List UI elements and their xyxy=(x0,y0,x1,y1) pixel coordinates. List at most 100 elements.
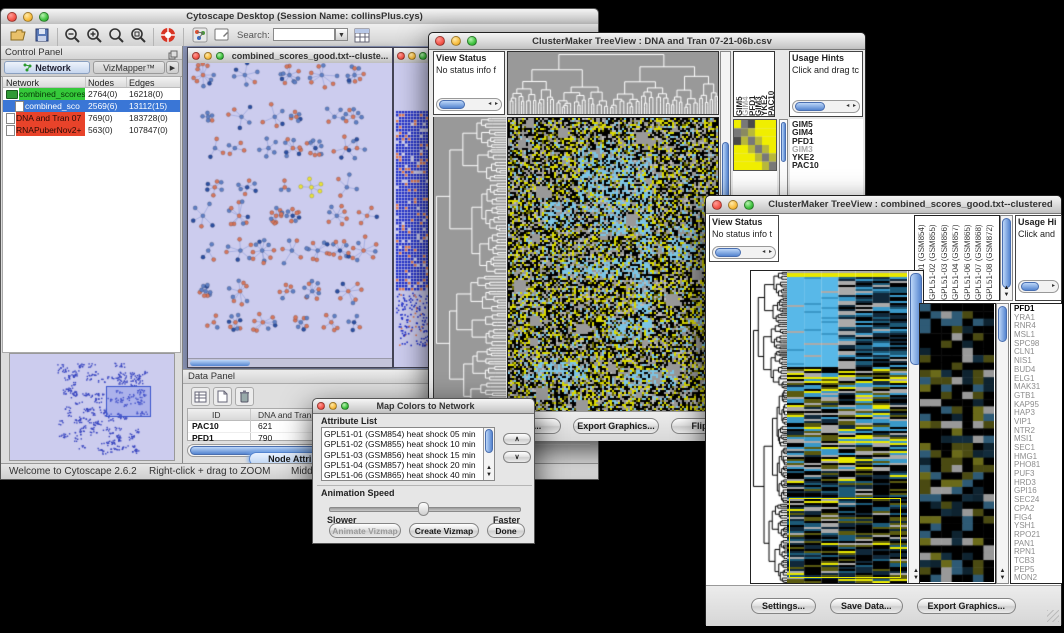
tv1-heatmap[interactable] xyxy=(507,117,719,413)
tv2-gene-label[interactable]: RPN1 xyxy=(1014,548,1062,557)
tv2-gene-label[interactable]: BUD4 xyxy=(1014,366,1062,375)
zoom-button[interactable] xyxy=(419,52,427,60)
tv2-gene-label[interactable]: PFD1 xyxy=(1014,305,1062,314)
tv2-column-label[interactable]: GPL51-03 (GSM856) xyxy=(941,216,952,300)
tv2-gene-label[interactable]: SPC98 xyxy=(1014,340,1062,349)
attribute-select-icon[interactable] xyxy=(191,387,210,406)
tab-vizmapper[interactable]: VizMapper™ xyxy=(93,61,165,74)
tv2-button-settings[interactable]: Settings... xyxy=(751,598,816,614)
tv2-gene-label[interactable]: PAN1 xyxy=(1014,540,1062,549)
attribute-list-item[interactable]: GPL51-04 (GSM857) heat shock 20 min xyxy=(324,460,482,470)
network-row[interactable]: combined_sco2569(6)13112(15) xyxy=(3,100,180,112)
attribute-list-item[interactable]: GPL51-07 (GSM868) heat shock 60 min xyxy=(324,480,482,481)
search-input[interactable] xyxy=(273,28,335,41)
zoom-button[interactable] xyxy=(39,12,49,22)
new-attribute-icon[interactable] xyxy=(213,387,232,406)
tv2-gene-label[interactable]: RPO21 xyxy=(1014,531,1062,540)
tv2-gene-label[interactable]: SEC1 xyxy=(1014,444,1062,453)
network-hscrollbar[interactable] xyxy=(188,358,392,367)
zoom-in-icon[interactable] xyxy=(85,26,103,44)
dialog-button-animate-vizmap[interactable]: Animate Vizmap xyxy=(329,523,401,538)
tv2-gene-label[interactable]: NTR2 xyxy=(1014,427,1062,436)
tv2-gene-label[interactable]: GTB1 xyxy=(1014,392,1062,401)
close-button[interactable] xyxy=(192,52,200,60)
zoom-selected-icon[interactable] xyxy=(129,26,147,44)
scroll-arrows-icon[interactable]: ▸ xyxy=(1052,282,1056,289)
tv2-zoom-heatmap[interactable] xyxy=(920,304,994,582)
attribute-listbox[interactable]: GPL51-01 (GSM854) heat shock 05 minGPL51… xyxy=(321,427,495,481)
tv2-button-export-graphics[interactable]: Export Graphics... xyxy=(917,598,1017,614)
search-dropdown-arrow[interactable]: ▼ xyxy=(335,28,348,41)
attribute-list-item[interactable]: GPL51-01 (GSM854) heat shock 05 min xyxy=(324,429,482,439)
minimize-button[interactable] xyxy=(451,36,461,46)
tv2-titlebar[interactable]: ClusterMaker TreeView : combined_scores_… xyxy=(706,196,1061,214)
tv2-gene-label[interactable]: ELG1 xyxy=(1014,375,1062,384)
tv2-gene-label[interactable]: MON2 xyxy=(1014,574,1062,583)
tab-more-button[interactable]: ▶ xyxy=(166,61,179,74)
close-button[interactable] xyxy=(435,36,445,46)
close-button[interactable] xyxy=(317,402,325,410)
network-row[interactable]: combined_scores2764(0)16218(0) xyxy=(3,88,180,100)
delete-attribute-icon[interactable] xyxy=(235,387,254,406)
tv2-gene-label[interactable]: PUF3 xyxy=(1014,470,1062,479)
tv2-gene-label[interactable]: HMG1 xyxy=(1014,453,1062,462)
tv1-status-hscrollbar[interactable]: ◂ ▸ xyxy=(436,98,502,111)
tv1-row-label[interactable]: PAC10 xyxy=(792,161,861,169)
tv2-status-hscrollbar[interactable]: ◂ ▸ xyxy=(712,246,776,259)
minimize-button[interactable] xyxy=(23,12,33,22)
tv2-column-label[interactable]: GPL51-02 (GSM855) xyxy=(929,216,940,300)
open-file-icon[interactable] xyxy=(9,26,27,44)
tv2-gene-label[interactable]: GPI16 xyxy=(1014,487,1062,496)
tv2-gene-label[interactable]: NIS1 xyxy=(1014,357,1062,366)
network-overview-thumbnail[interactable] xyxy=(9,353,175,461)
minimize-button[interactable] xyxy=(329,402,337,410)
network-edit-icon[interactable] xyxy=(191,26,209,44)
tv2-gene-label[interactable]: TCB3 xyxy=(1014,557,1062,566)
minimize-button[interactable] xyxy=(204,52,212,60)
zoom-out-icon[interactable] xyxy=(63,26,81,44)
scroll-arrows-icon[interactable]: ▲▼ xyxy=(997,568,1008,582)
tv2-gene-label[interactable]: FIG4 xyxy=(1014,514,1062,523)
tv2-hints-hscrollbar[interactable]: ▸ xyxy=(1018,280,1059,293)
attribute-table-icon[interactable] xyxy=(353,26,371,44)
scroll-arrows-icon[interactable]: ▲▼ xyxy=(1001,285,1012,299)
scroll-arrows-icon[interactable]: ◂ ▸ xyxy=(762,248,773,255)
help-lifering-icon[interactable] xyxy=(159,26,177,44)
tv2-gene-label[interactable]: KAP95 xyxy=(1014,401,1062,410)
tv1-hints-hscrollbar[interactable]: ◂ ▸ xyxy=(792,100,860,113)
zoom-button[interactable] xyxy=(467,36,477,46)
dialog-button-create-vizmap[interactable]: Create Vizmap xyxy=(409,523,479,538)
dialog-button-done[interactable]: Done xyxy=(487,523,525,538)
minimize-button[interactable] xyxy=(728,200,738,210)
data-col-id[interactable]: ID xyxy=(212,410,221,420)
annotation-icon[interactable] xyxy=(213,26,231,44)
tv2-gene-label[interactable]: MAK31 xyxy=(1014,383,1062,392)
close-button[interactable] xyxy=(7,12,17,22)
resize-grip-icon[interactable] xyxy=(1047,610,1059,622)
tv1-column-label[interactable]: YKE2 xyxy=(761,52,767,116)
tv1-row-dendrogram[interactable] xyxy=(433,117,506,411)
tv2-column-label[interactable]: GPL51-04 (GSM857) xyxy=(952,216,963,300)
tv2-gene-label[interactable]: HAP3 xyxy=(1014,409,1062,418)
minimize-button[interactable] xyxy=(408,52,416,60)
attribute-list-item[interactable]: GPL51-02 (GSM855) heat shock 10 min xyxy=(324,439,482,449)
attribute-list-vscrollbar[interactable]: ▲▼ xyxy=(483,428,494,480)
tv2-row-dendrogram[interactable] xyxy=(751,271,787,583)
tv1-button-export-graphics[interactable]: Export Graphics... xyxy=(573,418,659,434)
tv2-gene-label[interactable]: HRD3 xyxy=(1014,479,1062,488)
tv2-gene-label[interactable]: PHO81 xyxy=(1014,461,1062,470)
tv1-column-label[interactable]: GIM4 xyxy=(742,52,748,116)
tv2-zoom-vscrollbar[interactable]: ▲▼ xyxy=(996,303,1009,584)
move-down-button[interactable]: ∨ xyxy=(503,451,531,463)
save-icon[interactable] xyxy=(33,26,51,44)
network-row[interactable]: DNA and Tran 07769(0)183728(0) xyxy=(3,112,180,124)
attribute-list-item[interactable]: GPL51-06 (GSM865) heat shock 40 min xyxy=(324,470,482,480)
tv1-titlebar[interactable]: ClusterMaker TreeView : DNA and Tran 07-… xyxy=(429,33,865,50)
scroll-arrows-icon[interactable]: ◂ ▸ xyxy=(488,100,499,107)
network-canvas[interactable] xyxy=(188,63,392,354)
zoom-button[interactable] xyxy=(744,200,754,210)
close-button[interactable] xyxy=(712,200,722,210)
tv1-column-dendrogram[interactable] xyxy=(507,51,719,115)
tv2-gene-label[interactable]: CPA2 xyxy=(1014,505,1062,514)
close-button[interactable] xyxy=(397,52,405,60)
